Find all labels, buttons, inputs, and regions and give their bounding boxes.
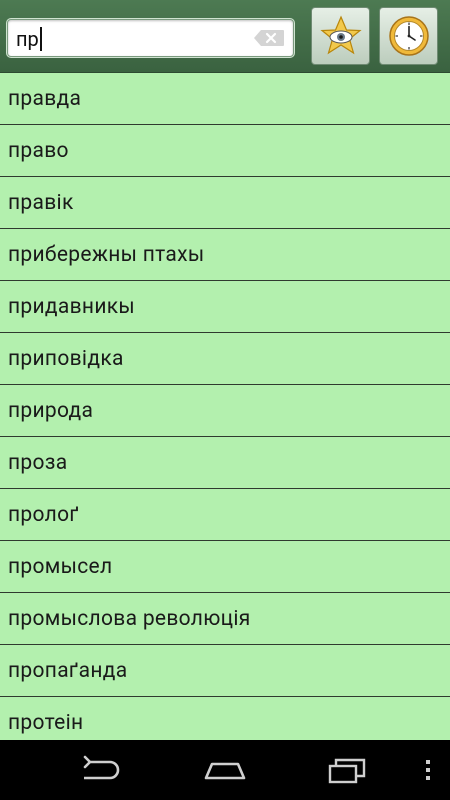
word-label: правда [8,86,82,111]
word-label: промысел [8,554,113,579]
word-label: правік [8,190,74,215]
search-field[interactable]: пр [7,19,294,57]
word-label: придавникы [8,294,136,319]
word-label: протеін [8,710,84,735]
menu-icon[interactable] [418,754,438,786]
list-item[interactable]: природа [0,385,450,437]
system-nav-bar [0,740,450,800]
list-item[interactable]: правда [0,73,450,125]
list-item[interactable]: прибережны птахы [0,229,450,281]
word-label: прибережны птахы [8,242,205,267]
list-item[interactable]: право [0,125,450,177]
word-label: промыслова революція [8,606,251,631]
word-label: право [8,138,69,163]
favorites-button[interactable] [311,7,370,65]
text-caret [39,27,42,51]
clock-icon [388,16,429,56]
list-item[interactable]: правік [0,177,450,229]
home-icon[interactable] [200,754,250,786]
word-label: проза [8,450,68,475]
star-eye-icon [319,15,362,55]
word-label: пропаґанда [8,658,128,683]
recents-icon[interactable] [326,754,370,786]
search-input[interactable]: пр [16,27,42,51]
list-item[interactable]: приповідка [0,333,450,385]
clear-text-icon[interactable] [253,29,285,47]
list-item[interactable]: придавникы [0,281,450,333]
back-icon[interactable] [76,754,124,786]
word-label: приповідка [8,346,124,371]
word-label: пролоґ [8,502,80,527]
list-item[interactable]: проза [0,437,450,489]
history-button[interactable] [379,7,438,65]
list-item[interactable]: пропаґанда [0,645,450,697]
top-bar: пр [0,0,450,73]
word-list: правда право правік прибережны птахы при… [0,73,450,749]
list-item[interactable]: промысел [0,541,450,593]
list-item[interactable]: промыслова революція [0,593,450,645]
list-item[interactable]: пролоґ [0,489,450,541]
word-label: природа [8,398,94,423]
